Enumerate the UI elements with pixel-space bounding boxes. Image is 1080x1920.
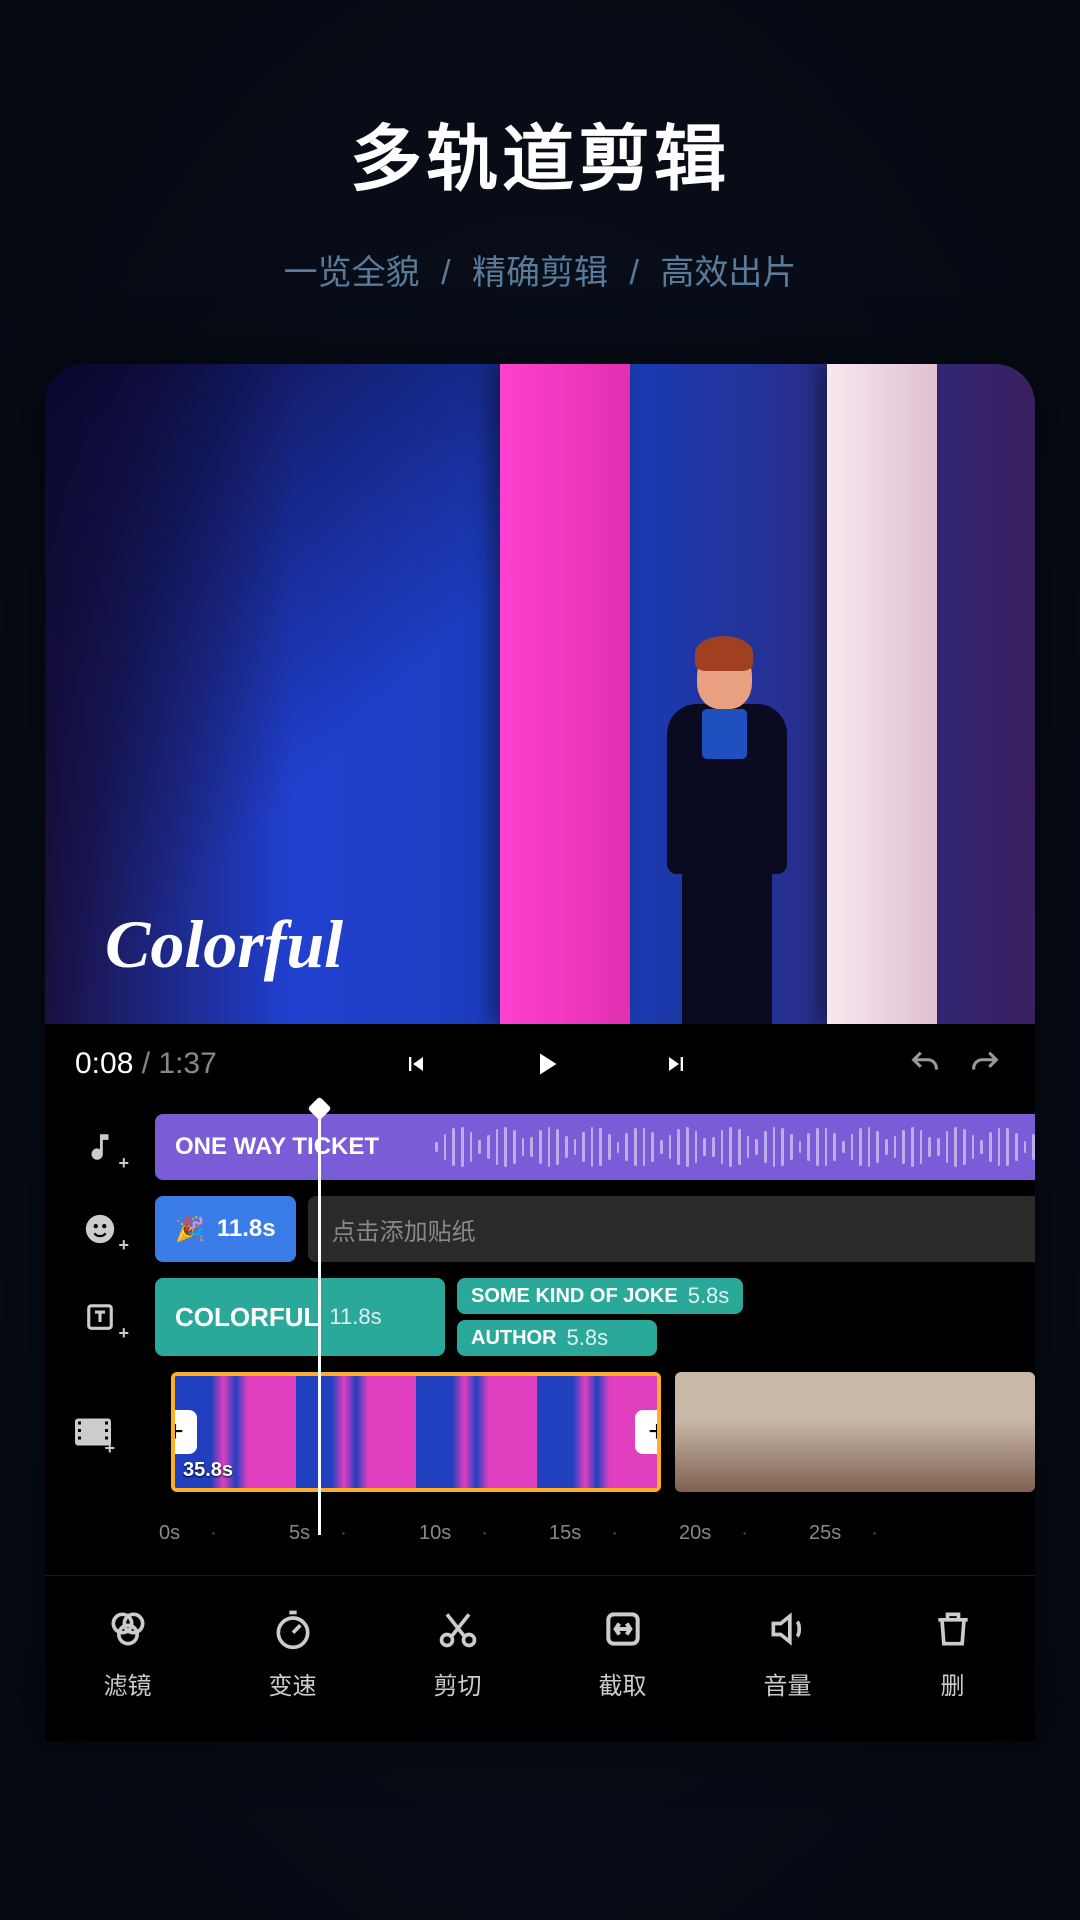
add-text-icon[interactable]: + [75, 1292, 125, 1342]
timeline: + ONE WAY TICKET + 🎉 11.8s 点击添加贴 [45, 1104, 1035, 1575]
waveform [435, 1126, 1035, 1168]
video-track: + 35.8s + [171, 1372, 1035, 1492]
cut-icon [433, 1604, 483, 1654]
add-sticker-placeholder[interactable]: 点击添加贴纸 [308, 1196, 1035, 1262]
music-clip[interactable]: ONE WAY TICKET [155, 1114, 1035, 1180]
undo-button[interactable] [905, 1044, 945, 1084]
text-clip-main[interactable]: COLORFUL 11.8s [155, 1278, 445, 1356]
crop-icon [598, 1604, 648, 1654]
video-clip-2[interactable] [675, 1372, 1035, 1492]
app-screenshot: 多轨道剪辑 一览全貌 / 精确剪辑 / 高效出片 Colorful 0:08 /… [0, 0, 1080, 1920]
redo-button[interactable] [965, 1044, 1005, 1084]
speed-button[interactable]: 变速 [228, 1604, 358, 1701]
clip-add-right[interactable]: + [635, 1410, 661, 1454]
subject-figure [647, 624, 807, 1024]
clip-add-left[interactable]: + [171, 1410, 197, 1454]
add-sticker-icon[interactable]: + [75, 1204, 125, 1254]
cut-button[interactable]: 剪切 [393, 1604, 523, 1701]
ruler-tick: 15s [549, 1522, 649, 1545]
add-video-icon[interactable]: + [75, 1407, 111, 1457]
playhead[interactable] [318, 1104, 321, 1535]
ruler-tick: 5s [289, 1522, 389, 1545]
text-clip-1[interactable]: SOME KIND OF JOKE 5.8s [457, 1278, 743, 1314]
speed-icon [268, 1604, 318, 1654]
playback-time: 0:08 / 1:37 [75, 1047, 217, 1081]
play-button[interactable] [526, 1044, 566, 1084]
filter-button[interactable]: 滤镜 [63, 1604, 193, 1701]
editor-panel: Colorful 0:08 / 1:37 [45, 364, 1035, 1741]
time-ruler: 0s 5s 10s 15s 20s 25s [45, 1508, 1035, 1565]
sticker-clip[interactable]: 🎉 11.8s [155, 1196, 296, 1262]
watermark-text: Colorful [105, 905, 343, 984]
prev-button[interactable] [396, 1044, 436, 1084]
ruler-tick: 0s [159, 1522, 259, 1545]
page-title: 多轨道剪辑 [350, 100, 730, 205]
ruler-tick: 10s [419, 1522, 519, 1545]
bottom-toolbar: 滤镜变速剪切截取音量删 [45, 1575, 1035, 1741]
filter-icon [103, 1604, 153, 1654]
add-music-icon[interactable]: + [75, 1122, 125, 1172]
ruler-tick: 20s [679, 1522, 779, 1545]
delete-button[interactable]: 删 [888, 1604, 1018, 1701]
volume-icon [763, 1604, 813, 1654]
video-clip-selected[interactable]: + 35.8s + [171, 1372, 661, 1492]
ruler-tick: 25s [809, 1522, 909, 1545]
volume-button[interactable]: 音量 [723, 1604, 853, 1701]
text-clip-2[interactable]: AUTHOR 5.8s [457, 1320, 657, 1356]
delete-icon [928, 1604, 978, 1654]
next-button[interactable] [656, 1044, 696, 1084]
video-preview[interactable]: Colorful [45, 364, 1035, 1024]
crop-button[interactable]: 截取 [558, 1604, 688, 1701]
page-subtitle: 一览全貌 / 精确剪辑 / 高效出片 [278, 245, 803, 294]
playback-controls: 0:08 / 1:37 [45, 1024, 1035, 1104]
